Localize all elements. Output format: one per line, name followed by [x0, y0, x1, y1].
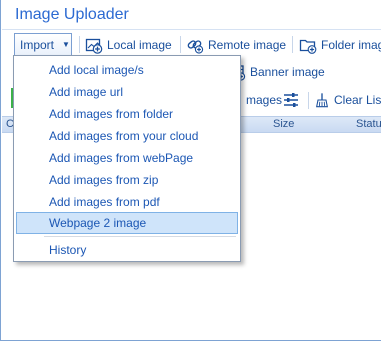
- folder-image-button[interactable]: Folder imag: [299, 33, 381, 56]
- add-folder-icon: [299, 39, 317, 54]
- chevron-down-icon: ▼: [62, 40, 70, 49]
- local-image-button[interactable]: Local image: [85, 33, 172, 56]
- remote-image-button[interactable]: Remote image: [186, 33, 286, 56]
- images-label: mages: [246, 92, 283, 107]
- column-header-size[interactable]: Size: [273, 118, 294, 130]
- clear-list-button[interactable]: Clear List: [314, 88, 381, 111]
- menu-item-add-images-from-zip[interactable]: Add images from zip: [16, 169, 238, 191]
- local-image-label: Local image: [107, 37, 172, 52]
- sliders-icon: [284, 92, 298, 107]
- banner-image-label: Banner image: [250, 64, 325, 79]
- menu-item-history[interactable]: History: [16, 239, 238, 261]
- settings-button[interactable]: [282, 88, 300, 111]
- column-header-status[interactable]: Statu: [356, 118, 381, 130]
- import-label: Import: [20, 37, 55, 52]
- main-toolbar: Import ▼ Local image Remote image Folder…: [2, 31, 381, 58]
- menu-item-add-images-from-pdf[interactable]: Add images from pdf: [16, 191, 238, 213]
- remote-image-label: Remote image: [208, 37, 287, 52]
- menu-item-webpage-2-image[interactable]: Webpage 2 image: [16, 212, 238, 234]
- title-bar: Image Uploader: [1, 0, 381, 30]
- toolbar-separator: [180, 36, 181, 53]
- menu-item-add-images-from-webpage[interactable]: Add images from webPage: [16, 147, 238, 169]
- import-button[interactable]: Import ▼: [14, 33, 72, 56]
- add-image-icon: [85, 38, 103, 54]
- menu-item-add-image-url[interactable]: Add image url: [16, 81, 238, 103]
- toolbar-separator: [308, 92, 309, 109]
- toolbar-separator: [79, 36, 80, 53]
- menu-item-add-images-from-cloud[interactable]: Add images from your cloud: [16, 125, 238, 147]
- link-icon: [187, 39, 204, 54]
- import-dropdown-menu: Add local image/s Add image url Add imag…: [13, 55, 241, 262]
- menu-item-add-images-from-folder[interactable]: Add images from folder: [16, 103, 238, 125]
- clear-list-label: Clear List: [334, 92, 381, 107]
- broom-icon: [316, 92, 328, 107]
- menu-item-add-local-images[interactable]: Add local image/s: [16, 59, 238, 81]
- title-divider: [2, 29, 381, 30]
- menu-separator: [44, 236, 236, 237]
- folder-image-label: Folder imag: [321, 37, 381, 52]
- banner-image-button[interactable]: Banner image: [228, 60, 325, 83]
- images-button[interactable]: mages: [246, 88, 282, 111]
- app-title: Image Uploader: [15, 6, 129, 23]
- toolbar-separator: [292, 36, 293, 53]
